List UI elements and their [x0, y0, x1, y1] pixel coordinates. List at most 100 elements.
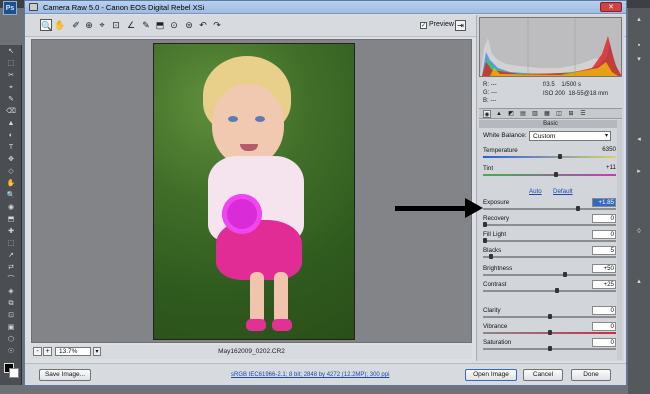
panel-tab-icon[interactable]: ◫	[555, 110, 563, 118]
slider-value-field[interactable]: +50	[592, 264, 616, 273]
dock-control-icon[interactable]: ▪	[632, 42, 646, 50]
slider-fill-light[interactable]: Fill Light 0	[483, 230, 616, 246]
white-balance-select[interactable]: Custom ▾	[529, 131, 611, 141]
ps-tool-icon[interactable]: ⬒	[4, 215, 18, 225]
ps-tool-icon[interactable]: ▲	[4, 119, 18, 129]
preview-checkbox[interactable]: ✓	[420, 22, 427, 29]
slider-value-field[interactable]: +11	[592, 164, 616, 171]
slider-value-field[interactable]: 0	[592, 322, 616, 331]
ps-tool-icon[interactable]: ✥	[4, 155, 18, 165]
slider-handle[interactable]	[553, 172, 558, 177]
save-image-button[interactable]: Save Image...	[39, 369, 91, 381]
toolbar-tool-icon[interactable]: ↶	[197, 19, 209, 31]
slider-value-field[interactable]: 0	[592, 214, 616, 223]
workflow-options-link[interactable]: sRGB IEC61966-2.1; 8 bit; 2848 by 4272 (…	[231, 372, 389, 378]
slider-track[interactable]	[483, 174, 616, 176]
dock-control-icon[interactable]: ▾	[632, 56, 646, 64]
slider-temperature[interactable]: Temperature 6350	[483, 146, 616, 162]
slider-handle[interactable]	[547, 346, 552, 351]
ps-tool-icon[interactable]: ◇	[4, 167, 18, 177]
ps-tool-icon[interactable]: ✚	[4, 227, 18, 237]
ps-tool-icon[interactable]: ⊡	[4, 311, 18, 321]
panel-tab-icon[interactable]: ◉	[483, 110, 491, 118]
panel-tab-icon[interactable]: ▦	[543, 110, 551, 118]
slider-blacks[interactable]: Blacks 5	[483, 246, 616, 262]
slider-track[interactable]	[483, 290, 616, 292]
slider-value-field[interactable]: +1.85	[592, 198, 616, 207]
toolbar-tool-icon[interactable]: ⊜	[183, 19, 195, 31]
slider-handle[interactable]	[483, 238, 487, 243]
preview-toggle[interactable]: ✓ Preview	[420, 21, 454, 29]
slider-handle[interactable]	[489, 254, 494, 259]
slider-saturation[interactable]: Saturation 0	[483, 338, 616, 354]
slider-handle[interactable]	[547, 314, 552, 319]
slider-track[interactable]	[483, 156, 616, 158]
panel-scrollbar[interactable]	[617, 120, 622, 360]
ps-tool-icon[interactable]: ⇄	[4, 263, 18, 273]
close-button[interactable]: ✕	[600, 2, 622, 12]
ps-tool-icon[interactable]: ⌖	[4, 83, 18, 93]
ps-tool-icon[interactable]: ✂	[4, 71, 18, 81]
toolbar-tool-icon[interactable]: ✐	[70, 19, 82, 31]
slider-handle[interactable]	[483, 222, 487, 227]
slider-value-field[interactable]: 5	[592, 246, 616, 255]
ps-tool-icon[interactable]: ☉	[4, 347, 18, 357]
toolbar-tool-icon[interactable]: ✎	[140, 19, 152, 31]
slider-handle[interactable]	[547, 330, 552, 335]
ps-tool-icon[interactable]: ✎	[4, 95, 18, 105]
panel-tab-icon[interactable]: ☰	[579, 110, 587, 118]
dock-control-icon[interactable]: ▴	[632, 278, 646, 286]
ps-tool-icon[interactable]: ▣	[4, 323, 18, 333]
slider-exposure[interactable]: Exposure +1.85	[483, 198, 616, 214]
toolbar-tool-icon[interactable]: ⊡	[110, 19, 122, 31]
panel-tab-icon[interactable]: ◩	[507, 110, 515, 118]
open-image-button[interactable]: Open Image	[465, 369, 517, 381]
toolbar-tool-icon[interactable]: ✋	[54, 19, 66, 31]
ps-tool-icon[interactable]: 🔍	[4, 191, 18, 201]
ps-tool-icon[interactable]: ⬚	[4, 239, 18, 249]
ps-tool-icon[interactable]: ◈	[4, 287, 18, 297]
ps-tool-icon[interactable]: ↗	[4, 251, 18, 261]
slider-value-field[interactable]: 0	[592, 230, 616, 239]
panel-tab-icon[interactable]: ⊞	[567, 110, 575, 118]
slider-vibrance[interactable]: Vibrance 0	[483, 322, 616, 338]
done-button[interactable]: Done	[571, 369, 611, 381]
slider-track[interactable]	[483, 224, 616, 226]
slider-value-field[interactable]: 0	[592, 338, 616, 347]
default-link[interactable]: Default	[553, 188, 573, 195]
ps-tool-icon[interactable]: ◉	[4, 203, 18, 213]
slider-value-field[interactable]: 0	[592, 306, 616, 315]
toolbar-tool-icon[interactable]: ↷	[211, 19, 223, 31]
toolbar-tool-icon[interactable]: ⊕	[83, 19, 95, 31]
ps-tool-icon[interactable]: ⌫	[4, 107, 18, 117]
toolbar-tool-icon[interactable]: ⊙	[168, 19, 180, 31]
slider-brightness[interactable]: Brightness +50	[483, 264, 616, 280]
export-icon[interactable]: ⇥	[455, 20, 466, 31]
toolbar-tool-icon[interactable]: 🔍	[40, 19, 52, 31]
slider-track[interactable]	[483, 208, 616, 210]
slider-clarity[interactable]: Clarity 0	[483, 306, 616, 322]
dock-control-icon[interactable]: ▸	[632, 168, 646, 176]
panel-tab-icon[interactable]: ▲	[495, 110, 503, 118]
panel-tab-icon[interactable]: ▥	[531, 110, 539, 118]
dock-control-icon[interactable]: ◊	[632, 228, 646, 236]
toolbar-tool-icon[interactable]: ∠	[125, 19, 137, 31]
ps-tool-icon[interactable]: ↖	[4, 47, 18, 57]
slider-track[interactable]	[483, 256, 616, 258]
dock-control-icon[interactable]: ◂	[632, 136, 646, 144]
slider-value-field[interactable]: 6350	[592, 146, 616, 153]
slider-track[interactable]	[483, 240, 616, 242]
ps-tool-icon[interactable]: ◐	[4, 131, 18, 141]
slider-handle[interactable]	[557, 154, 562, 159]
ps-tool-icon[interactable]: ⬡	[4, 335, 18, 345]
slider-recovery[interactable]: Recovery 0	[483, 214, 616, 230]
slider-track[interactable]	[483, 274, 616, 276]
color-swatch[interactable]	[9, 368, 19, 378]
ps-tool-icon[interactable]: ✋	[4, 179, 18, 189]
auto-link[interactable]: Auto	[529, 188, 542, 195]
toolbar-tool-icon[interactable]: ⌖	[96, 19, 108, 31]
dock-control-icon[interactable]: ▴	[632, 16, 646, 24]
ps-tool-icon[interactable]: ⧉	[4, 299, 18, 309]
cancel-button[interactable]: Cancel	[523, 369, 563, 381]
slider-contrast[interactable]: Contrast +25	[483, 280, 616, 296]
